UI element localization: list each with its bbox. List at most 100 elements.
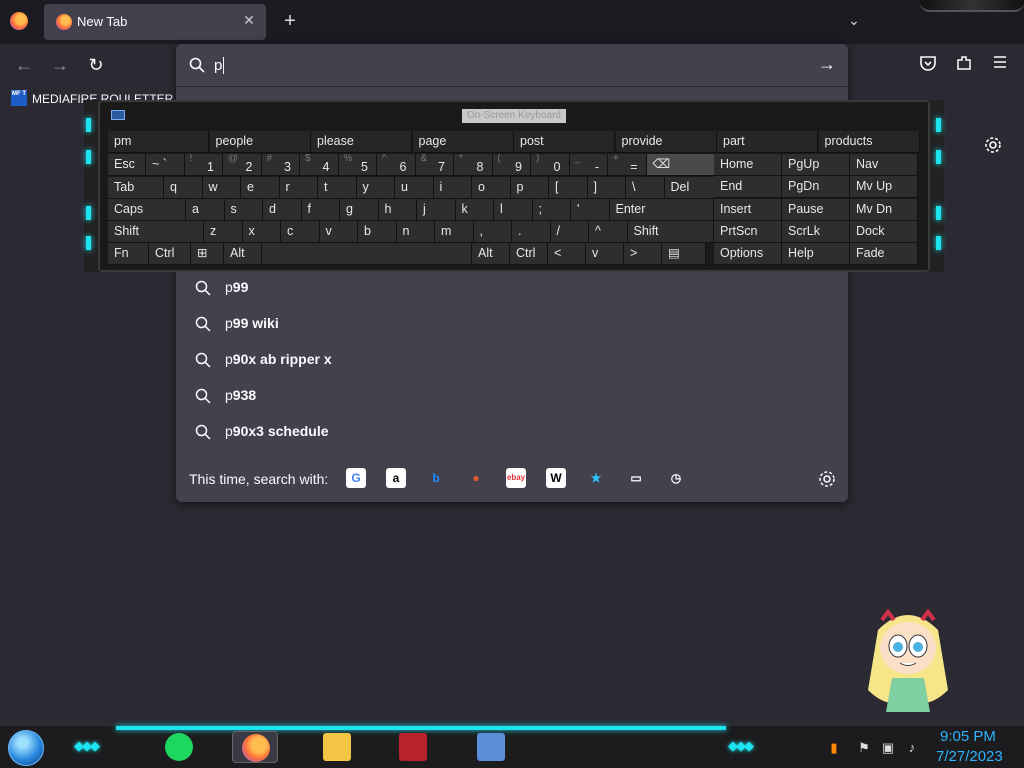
- prediction-products[interactable]: products: [818, 131, 920, 153]
- key-row4-10[interactable]: /: [550, 221, 589, 243]
- key-row1-3[interactable]: @2: [223, 154, 262, 176]
- key-row5-9[interactable]: >: [624, 243, 662, 265]
- key-row2-12[interactable]: ]: [587, 177, 626, 199]
- key-row1-2[interactable]: ! 1: [184, 154, 223, 176]
- extensions-icon[interactable]: [952, 54, 976, 78]
- suggestion-item[interactable]: p90x3 schedule: [176, 414, 848, 450]
- taskbar-spotify[interactable]: [156, 731, 202, 763]
- search-settings-icon[interactable]: [816, 468, 838, 490]
- wikipedia-engine-icon[interactable]: W: [546, 468, 566, 488]
- key-nav-options[interactable]: Options: [714, 243, 782, 266]
- key-row1-9[interactable]: * 8: [454, 154, 493, 176]
- key-row4-6[interactable]: n: [396, 221, 435, 243]
- key-row5-0[interactable]: Fn: [108, 243, 149, 265]
- key-nav-prtscn[interactable]: PrtScn: [714, 220, 782, 243]
- key-row3-7[interactable]: j: [417, 199, 456, 221]
- key-row2-10[interactable]: p: [510, 177, 549, 199]
- key-row3-0[interactable]: Caps: [108, 199, 186, 221]
- key-row4-2[interactable]: x: [242, 221, 281, 243]
- duckduckgo-engine-icon[interactable]: ●: [466, 468, 486, 488]
- key-nav-nav[interactable]: Nav: [850, 154, 918, 176]
- prediction-post[interactable]: post: [514, 131, 615, 153]
- key-nav-insert[interactable]: Insert: [714, 198, 782, 221]
- key-row4-11[interactable]: ^: [589, 221, 628, 243]
- key-nav-fade[interactable]: Fade: [850, 243, 918, 266]
- tabs-engine-icon[interactable]: ▭: [626, 468, 646, 488]
- prediction-part[interactable]: part: [717, 131, 818, 153]
- key-row2-1[interactable]: q: [164, 177, 203, 199]
- bing-engine-icon[interactable]: b: [426, 468, 446, 488]
- key-row5-4[interactable]: [262, 243, 472, 265]
- key-row2-13[interactable]: \: [626, 177, 665, 199]
- key-row1-5[interactable]: $4: [300, 154, 339, 176]
- bookmarks-engine-icon[interactable]: ★: [586, 468, 606, 488]
- key-row3-4[interactable]: f: [301, 199, 340, 221]
- key-row5-7[interactable]: <: [548, 243, 586, 265]
- page-settings-icon[interactable]: [982, 134, 1004, 156]
- key-row4-9[interactable]: .: [512, 221, 551, 243]
- key-row3-6[interactable]: h: [378, 199, 417, 221]
- suggestion-item[interactable]: p99: [176, 270, 848, 306]
- key-row1-1[interactable]: ~ `: [146, 154, 185, 176]
- amazon-engine-icon[interactable]: a: [386, 468, 406, 488]
- google-engine-icon[interactable]: G: [346, 468, 366, 488]
- key-row3-2[interactable]: s: [224, 199, 263, 221]
- network-icon[interactable]: ▣: [880, 740, 896, 756]
- prediction-pm[interactable]: pm: [108, 131, 209, 153]
- key-row2-8[interactable]: i: [433, 177, 472, 199]
- key-row5-8[interactable]: v: [586, 243, 624, 265]
- key-nav-end[interactable]: End: [714, 176, 782, 199]
- key-row1-6[interactable]: % 5: [338, 154, 377, 176]
- key-row5-2[interactable]: ⊞: [191, 243, 224, 265]
- start-button[interactable]: [8, 730, 44, 766]
- key-row2-2[interactable]: w: [202, 177, 241, 199]
- close-tab-icon[interactable]: ✕: [240, 12, 258, 30]
- key-row3-9[interactable]: l: [494, 199, 533, 221]
- tray-app-icon[interactable]: ▮: [826, 740, 842, 756]
- key-row2-7[interactable]: u: [395, 177, 434, 199]
- key-row1-13[interactable]: + =: [608, 154, 647, 176]
- key-row4-0[interactable]: Shift: [108, 221, 204, 243]
- key-nav-dock[interactable]: Dock: [850, 220, 918, 243]
- key-row1-7[interactable]: ^ 6: [377, 154, 416, 176]
- key-row3-8[interactable]: k: [455, 199, 494, 221]
- key-row3-3[interactable]: d: [263, 199, 302, 221]
- menu-icon[interactable]: [988, 54, 1012, 78]
- ebay-engine-icon[interactable]: ebay: [506, 468, 526, 488]
- taskbar-file-explorer[interactable]: [314, 731, 360, 763]
- key-row4-3[interactable]: c: [281, 221, 320, 243]
- key-nav-scrlk[interactable]: ScrLk: [782, 220, 850, 243]
- key-row4-12[interactable]: Shift: [627, 221, 714, 243]
- key-row5-6[interactable]: Ctrl: [510, 243, 548, 265]
- key-row1-8[interactable]: & 7: [415, 154, 454, 176]
- key-nav-pgup[interactable]: PgUp: [782, 154, 850, 176]
- new-tab-button[interactable]: +: [280, 10, 300, 34]
- key-row1-0[interactable]: Esc: [108, 154, 146, 176]
- key-row1-12[interactable]: _ -: [569, 154, 608, 176]
- suggestion-item[interactable]: p90x ab ripper x: [176, 342, 848, 378]
- url-input[interactable]: [214, 54, 794, 76]
- key-row2-4[interactable]: r: [279, 177, 318, 199]
- key-row4-4[interactable]: v: [319, 221, 358, 243]
- key-nav-pause[interactable]: Pause: [782, 198, 850, 221]
- prediction-people[interactable]: people: [209, 131, 311, 153]
- key-row2-14[interactable]: Del: [664, 177, 716, 199]
- firefox-view-icon[interactable]: [10, 12, 28, 30]
- taskbar-remote-desktop[interactable]: [468, 731, 514, 763]
- key-row5-10[interactable]: ▤: [662, 243, 706, 265]
- key-row4-7[interactable]: m: [435, 221, 474, 243]
- volume-icon[interactable]: ♪: [904, 740, 920, 756]
- suggestion-item[interactable]: p938: [176, 378, 848, 414]
- key-row2-5[interactable]: t: [318, 177, 357, 199]
- key-row2-11[interactable]: [: [549, 177, 588, 199]
- go-button[interactable]: →: [816, 54, 838, 76]
- prediction-page[interactable]: page: [412, 131, 514, 153]
- key-row2-3[interactable]: e: [241, 177, 280, 199]
- back-button[interactable]: ←: [12, 54, 36, 78]
- key-row3-5[interactable]: g: [340, 199, 379, 221]
- prediction-please[interactable]: please: [311, 131, 412, 153]
- key-row2-6[interactable]: y: [356, 177, 395, 199]
- key-row4-1[interactable]: z: [204, 221, 243, 243]
- flag-icon[interactable]: ⚑: [856, 740, 872, 756]
- key-row4-5[interactable]: b: [358, 221, 397, 243]
